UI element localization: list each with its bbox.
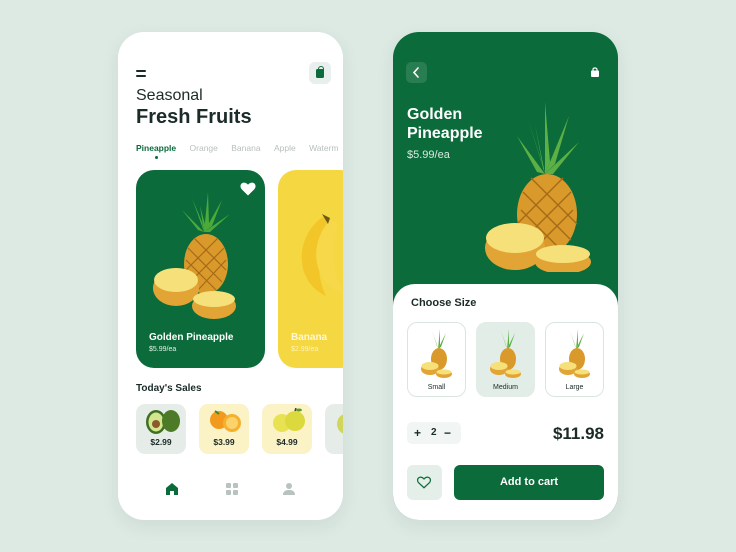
banana-image <box>301 214 343 296</box>
size-sheet: Choose Size Small Medium Large + 2 − $11… <box>393 284 618 520</box>
tab-apple[interactable]: Apple <box>274 143 296 153</box>
pineapple-large-icon <box>559 329 590 378</box>
heart-outline-icon <box>417 476 431 489</box>
pineapple-image <box>153 192 236 319</box>
tab-watermelon[interactable]: Waterm <box>309 143 338 153</box>
size-option-large[interactable]: Large <box>545 322 604 397</box>
tab-banana[interactable]: Banana <box>231 143 260 153</box>
size-label: Medium <box>493 384 518 391</box>
tab-pineapple[interactable]: Pineapple <box>136 143 176 159</box>
product-card-banana[interactable]: Banana $2.99/ea <box>278 170 343 368</box>
sale-price: $3.99 <box>213 437 235 447</box>
shopping-bag-icon[interactable] <box>590 67 600 77</box>
tab-orange[interactable]: Orange <box>190 143 218 153</box>
pineapple-small-icon <box>421 329 452 378</box>
sale-price: $ <box>325 437 343 447</box>
pineapple-medium-icon <box>490 329 521 378</box>
sale-item-orange[interactable]: $3.99 <box>199 404 249 454</box>
profile-icon[interactable] <box>282 482 296 496</box>
orange-image <box>210 410 241 432</box>
sale-price: $4.99 <box>276 437 298 447</box>
grid-icon[interactable] <box>225 482 239 496</box>
apple-image <box>273 408 305 432</box>
category-tabs: Pineapple Orange Banana Apple Waterm <box>136 143 343 159</box>
add-to-cart-button[interactable]: Add to cart <box>454 465 604 500</box>
avocado-image <box>146 410 180 434</box>
quantity-value: 2 <box>431 427 437 438</box>
product-price: $2.99/ea <box>291 346 319 353</box>
chevron-left-icon <box>412 67 419 78</box>
title-seasonal: Seasonal <box>136 87 203 104</box>
size-label: Large <box>565 384 584 391</box>
cart-button[interactable] <box>309 62 331 84</box>
product-detail-screen: Golden Pineapple $5.99/ea Choose Size Sm… <box>393 32 618 520</box>
sale-item-pear[interactable]: $ <box>325 404 343 454</box>
shopping-bag-icon <box>316 66 324 78</box>
product-card-pineapple[interactable]: Golden Pineapple $5.99/ea <box>136 170 265 368</box>
sales-section-title: Today's Sales <box>136 383 202 394</box>
favorite-button[interactable] <box>407 465 442 500</box>
page-title: Fresh Fruits <box>136 106 252 128</box>
size-option-small[interactable]: Small <box>407 322 466 397</box>
increment-button[interactable]: + <box>414 426 421 440</box>
size-label: Small <box>427 384 446 391</box>
decrement-button[interactable]: − <box>444 426 451 440</box>
fruit-list-screen: Seasonal Fresh Fruits Pineapple Orange B… <box>118 32 343 520</box>
back-button[interactable] <box>406 62 427 83</box>
pear-image <box>337 414 343 434</box>
sale-item-apple[interactable]: $4.99 <box>262 404 312 454</box>
quantity-stepper: + 2 − <box>407 422 461 444</box>
choose-size-title: Choose Size <box>411 297 477 309</box>
sale-item-avocado[interactable]: $2.99 <box>136 404 186 454</box>
product-name: Golden Pineapple <box>149 332 234 343</box>
size-option-medium[interactable]: Medium <box>476 322 535 397</box>
home-icon[interactable] <box>165 482 179 496</box>
bottom-nav <box>118 477 343 501</box>
product-name: Banana <box>291 332 328 343</box>
total-price: $11.98 <box>552 424 604 443</box>
product-price: $5.99/ea <box>149 346 177 353</box>
pineapple-hero-image <box>485 102 591 272</box>
menu-icon[interactable] <box>136 70 146 77</box>
sale-price: $2.99 <box>150 437 172 447</box>
product-price: $5.99/ea <box>407 149 450 161</box>
